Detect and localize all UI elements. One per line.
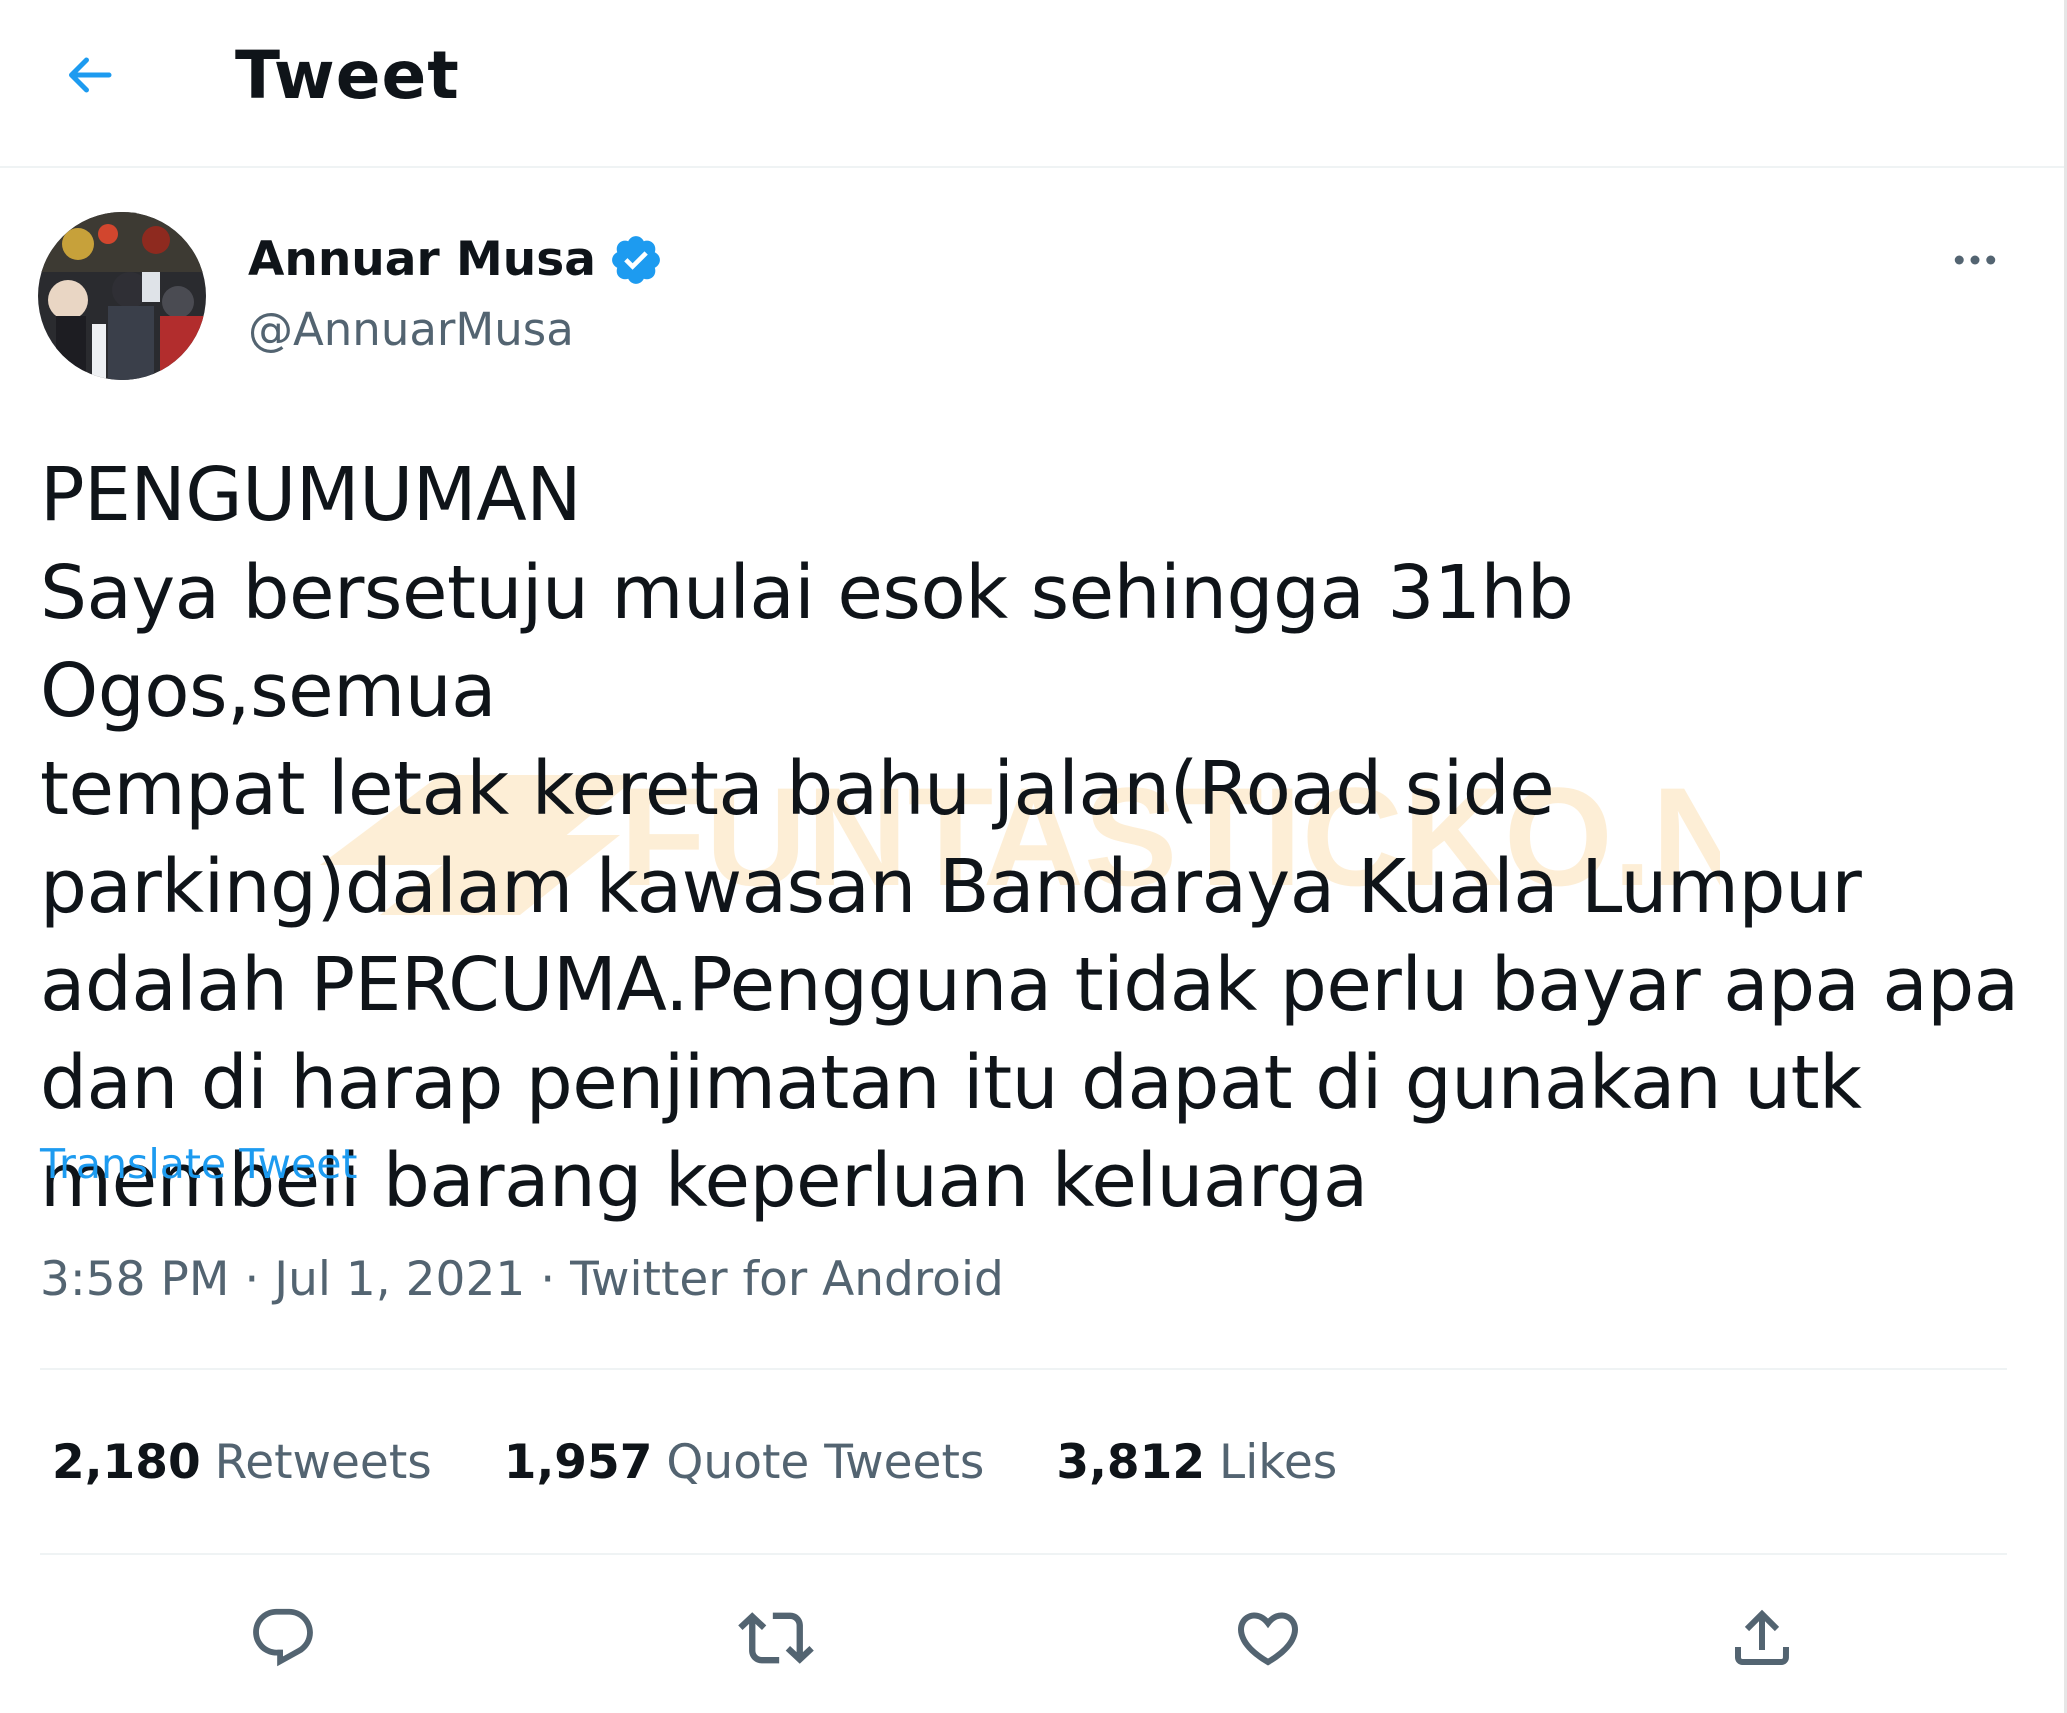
share-button[interactable] <box>1712 1588 1812 1688</box>
likes-label: Likes <box>1219 1435 1338 1490</box>
retweet-button[interactable] <box>726 1588 826 1688</box>
translate-tweet-link[interactable]: Translate Tweet <box>40 1136 358 1192</box>
more-dots-icon <box>1954 255 1996 265</box>
tweet-source[interactable]: Twitter for Android <box>570 1250 1004 1310</box>
quote-tweets-label: Quote Tweets <box>666 1435 985 1490</box>
divider <box>40 1368 2007 1370</box>
verified-badge-icon <box>612 236 660 284</box>
reply-icon <box>253 1608 313 1667</box>
meta-separator: · <box>525 1252 571 1307</box>
likes-count: 3,812 <box>1056 1435 1206 1490</box>
like-button[interactable] <box>1218 1588 1318 1688</box>
avatar[interactable] <box>38 212 206 380</box>
retweet-icon <box>738 1612 814 1664</box>
quote-tweets-count: 1,957 <box>503 1435 653 1490</box>
engagement-stats: 2,180 Retweets 1,957 Quote Tweets 3,812 … <box>52 1432 1409 1494</box>
meta-separator: · <box>229 1252 275 1307</box>
retweets-count: 2,180 <box>52 1435 201 1490</box>
likes-stat[interactable]: 3,812 Likes <box>1056 1432 1337 1494</box>
tweet-meta: 3:58 PM · Jul 1, 2021 · Twitter for Andr… <box>40 1250 1004 1310</box>
share-icon <box>1735 1609 1789 1665</box>
tweet-action-bar <box>0 1588 2067 1688</box>
page-title: Tweet <box>235 37 460 114</box>
tweet-time[interactable]: 3:58 PM <box>40 1250 229 1310</box>
avatar-photo <box>38 212 206 380</box>
quote-tweets-stat[interactable]: 1,957 Quote Tweets <box>504 1432 985 1494</box>
retweets-label: Retweets <box>214 1435 432 1490</box>
author-name-text: Annuar Musa <box>248 232 596 287</box>
author-handle[interactable]: @AnnuarMusa <box>248 302 574 358</box>
back-button[interactable] <box>44 30 134 120</box>
tweet-date[interactable]: Jul 1, 2021 <box>274 1250 525 1310</box>
divider <box>40 1553 2007 1555</box>
tweet-text: PENGUMUMAN Saya bersetuju mulai esok seh… <box>40 452 2019 1224</box>
page-header: Tweet <box>0 0 2067 168</box>
arrow-left-icon <box>69 57 112 93</box>
retweets-stat[interactable]: 2,180 Retweets <box>52 1432 432 1494</box>
reply-button[interactable] <box>233 1588 333 1688</box>
heart-icon <box>1237 1612 1299 1666</box>
author-name[interactable]: Annuar Musa <box>248 232 664 288</box>
more-options-button[interactable] <box>1935 220 2015 300</box>
